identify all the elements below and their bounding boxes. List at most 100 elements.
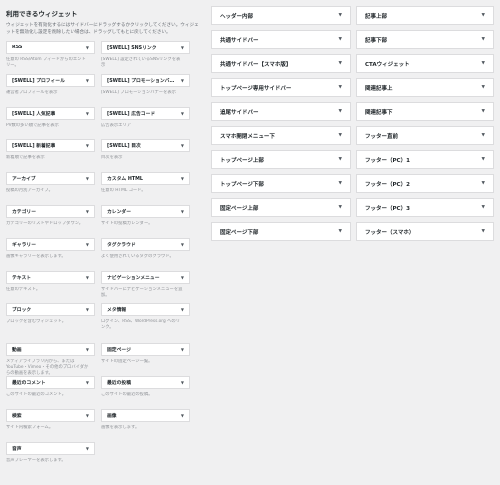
expand-arrow-icon[interactable]: ▼	[339, 229, 342, 234]
widget-area[interactable]: フッター直前 ▼	[356, 126, 494, 145]
widget-area[interactable]: フッター（PC）1 ▼	[356, 150, 494, 169]
expand-arrow-icon[interactable]: ▼	[86, 413, 89, 418]
widget-handle[interactable]: 動画 ▼	[6, 343, 95, 357]
widget-handle[interactable]: 最近のコメント ▼	[6, 376, 95, 390]
widget-handle[interactable]: [SWELL] プロフィール ▼	[6, 73, 95, 87]
expand-arrow-icon[interactable]: ▼	[339, 37, 342, 42]
expand-arrow-icon[interactable]: ▼	[339, 61, 342, 66]
expand-arrow-icon[interactable]: ▼	[86, 209, 89, 214]
expand-arrow-icon[interactable]: ▼	[482, 181, 485, 186]
widget-handle[interactable]: 音声 ▼	[6, 441, 95, 455]
widget-description: サイトの投稿カレンダー。	[101, 220, 153, 226]
expand-arrow-icon[interactable]: ▼	[86, 45, 89, 50]
widget-area[interactable]: ヘッダー内部 ▼	[211, 6, 351, 25]
expand-arrow-icon[interactable]: ▼	[181, 380, 184, 385]
expand-arrow-icon[interactable]: ▼	[482, 229, 485, 234]
widget-area[interactable]: トップページ下部 ▼	[211, 174, 351, 193]
widget-handle[interactable]: [SWELL] 広告コード ▼	[101, 106, 190, 120]
widget-handle[interactable]: テキスト ▼	[6, 270, 95, 284]
expand-arrow-icon[interactable]: ▼	[482, 85, 485, 90]
expand-arrow-icon[interactable]: ▼	[181, 347, 184, 352]
expand-arrow-icon[interactable]: ▼	[482, 133, 485, 138]
widget-area[interactable]: 共通サイドバー【スマホ版】 ▼	[211, 54, 351, 73]
widget-area[interactable]: フッター（PC）2 ▼	[356, 174, 494, 193]
widget-area[interactable]: フッター（PC）3 ▼	[356, 198, 494, 217]
widget-handle[interactable]: [SWELL] 新着記事 ▼	[6, 139, 95, 153]
widget-handle[interactable]: アーカイブ ▼	[6, 172, 95, 186]
widget-handle[interactable]: ナビゲーションメニュー ▼	[101, 270, 190, 284]
widget-item: メタ情報 ▼ ログイン、RSS、WordPress.org へのリンク。	[101, 303, 190, 343]
widget-handle[interactable]: カテゴリー ▼	[6, 204, 95, 218]
widget-area[interactable]: 共通サイドバー ▼	[211, 30, 351, 49]
widget-handle[interactable]: メタ情報 ▼	[101, 303, 190, 317]
expand-arrow-icon[interactable]: ▼	[86, 242, 89, 247]
widget-handle[interactable]: [SWELL] 目次 ▼	[101, 139, 190, 153]
widget-area[interactable]: 固定ページ上部 ▼	[211, 198, 351, 217]
expand-arrow-icon[interactable]: ▼	[482, 37, 485, 42]
widget-handle[interactable]: 固定ページ ▼	[101, 343, 190, 357]
widget-handle[interactable]: ギャラリー ▼	[6, 237, 95, 251]
widget-area[interactable]: 固定ページ下部 ▼	[211, 222, 351, 241]
expand-arrow-icon[interactable]: ▼	[482, 205, 485, 210]
expand-arrow-icon[interactable]: ▼	[86, 380, 89, 385]
widget-description: [SWELL] プロモーションバナーを表示	[101, 89, 176, 95]
widget-area[interactable]: 関連記事下 ▼	[356, 102, 494, 121]
expand-arrow-icon[interactable]: ▼	[86, 143, 89, 148]
widget-item: 画像 ▼ 画像を表示します。	[101, 408, 190, 442]
widget-handle[interactable]: カスタム HTML ▼	[101, 172, 190, 186]
widget-area[interactable]: 記事上部 ▼	[356, 6, 494, 25]
expand-arrow-icon[interactable]: ▼	[181, 275, 184, 280]
expand-arrow-icon[interactable]: ▼	[86, 111, 89, 116]
widget-handle[interactable]: [SWELL] プロモーションバナー ▼	[101, 73, 190, 87]
widget-handle[interactable]: 最近の投稿 ▼	[101, 376, 190, 390]
expand-arrow-icon[interactable]: ▼	[181, 413, 184, 418]
expand-arrow-icon[interactable]: ▼	[181, 209, 184, 214]
expand-arrow-icon[interactable]: ▼	[181, 176, 184, 181]
expand-arrow-icon[interactable]: ▼	[339, 13, 342, 18]
expand-arrow-icon[interactable]: ▼	[339, 85, 342, 90]
widget-item: 固定ページ ▼ サイトの固定ページ一覧。	[101, 343, 190, 376]
widget-item: 検索 ▼ サイト内検索フォーム。	[6, 408, 95, 442]
expand-arrow-icon[interactable]: ▼	[86, 176, 89, 181]
expand-arrow-icon[interactable]: ▼	[181, 143, 184, 148]
widget-name: ナビゲーションメニュー	[107, 275, 160, 281]
expand-arrow-icon[interactable]: ▼	[86, 446, 89, 451]
expand-arrow-icon[interactable]: ▼	[339, 133, 342, 138]
expand-arrow-icon[interactable]: ▼	[482, 61, 485, 66]
widget-handle[interactable]: 画像 ▼	[101, 408, 190, 422]
expand-arrow-icon[interactable]: ▼	[482, 157, 485, 162]
expand-arrow-icon[interactable]: ▼	[181, 45, 184, 50]
widget-handle[interactable]: RSS ▼	[6, 41, 95, 54]
widget-area[interactable]: 追尾サイドバー ▼	[211, 102, 351, 121]
widget-description: 画像を表示します。	[101, 424, 140, 430]
expand-arrow-icon[interactable]: ▼	[86, 78, 89, 83]
widget-area[interactable]: 記事下部 ▼	[356, 30, 494, 49]
widget-name: [SWELL] 広告コード	[107, 111, 156, 117]
widget-handle[interactable]: [SWELL] 人気記事 ▼	[6, 106, 95, 120]
expand-arrow-icon[interactable]: ▼	[181, 307, 184, 312]
expand-arrow-icon[interactable]: ▼	[86, 275, 89, 280]
expand-arrow-icon[interactable]: ▼	[181, 111, 184, 116]
widget-handle[interactable]: 検索 ▼	[6, 408, 95, 422]
widget-area[interactable]: 関連記事上 ▼	[356, 78, 494, 97]
expand-arrow-icon[interactable]: ▼	[181, 78, 184, 83]
widget-area[interactable]: フッター（スマホ） ▼	[356, 222, 494, 241]
expand-arrow-icon[interactable]: ▼	[482, 13, 485, 18]
widget-handle[interactable]: カレンダー ▼	[101, 204, 190, 218]
expand-arrow-icon[interactable]: ▼	[181, 242, 184, 247]
expand-arrow-icon[interactable]: ▼	[339, 205, 342, 210]
widget-area[interactable]: CTAウィジェット ▼	[356, 54, 494, 73]
widget-handle[interactable]: [SWELL] SNSリンク ▼	[101, 41, 190, 54]
widget-area[interactable]: トップページ上部 ▼	[211, 150, 351, 169]
widget-area[interactable]: スマホ開閉メニュー下 ▼	[211, 126, 351, 145]
expand-arrow-icon[interactable]: ▼	[339, 109, 342, 114]
widget-description: 画像ギャラリーを表示します。	[6, 253, 66, 259]
widget-handle[interactable]: タグクラウド ▼	[101, 237, 190, 251]
expand-arrow-icon[interactable]: ▼	[482, 109, 485, 114]
widget-area[interactable]: トップページ専用サイドバー ▼	[211, 78, 351, 97]
expand-arrow-icon[interactable]: ▼	[86, 307, 89, 312]
expand-arrow-icon[interactable]: ▼	[339, 181, 342, 186]
widget-handle[interactable]: ブロック ▼	[6, 303, 95, 317]
expand-arrow-icon[interactable]: ▼	[86, 347, 89, 352]
expand-arrow-icon[interactable]: ▼	[339, 157, 342, 162]
